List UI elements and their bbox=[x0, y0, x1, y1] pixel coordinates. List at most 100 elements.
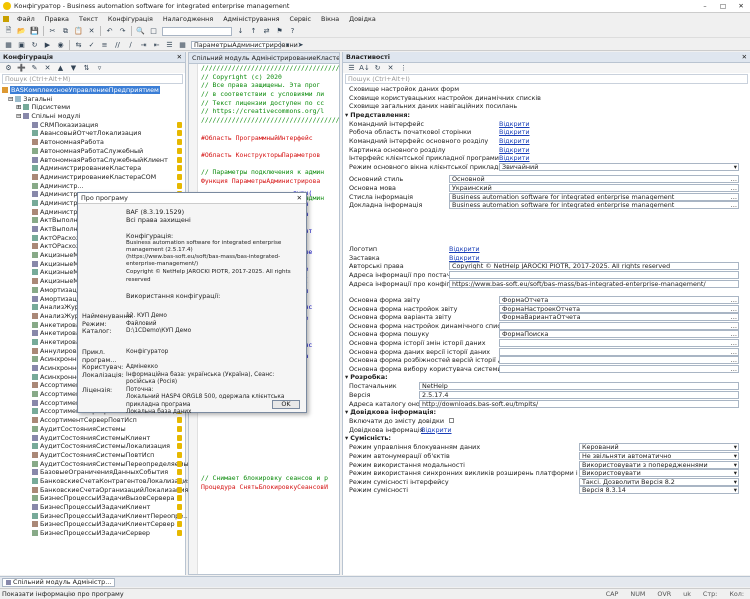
config-search-input[interactable]: Пошук (Ctrl+Alt+M) bbox=[2, 74, 183, 84]
property-field[interactable]: Таксі. Дозволити Версія 8.2 ▾ bbox=[579, 477, 739, 486]
config-icon[interactable]: ▦ bbox=[3, 40, 14, 50]
menu-item[interactable]: Текст bbox=[79, 15, 98, 23]
property-link[interactable]: Відкрити bbox=[499, 128, 530, 137]
menu-item[interactable]: Адміністрування bbox=[223, 15, 279, 23]
module-item[interactable]: БазовыеОграниченияДанныхСобытия bbox=[0, 468, 185, 477]
select-icon[interactable]: … bbox=[731, 331, 737, 337]
redo-icon[interactable]: ↷ bbox=[117, 26, 128, 36]
refresh-icon[interactable]: ↻ bbox=[372, 63, 383, 73]
property-field[interactable]: Використовувати з попередженнями ▾ bbox=[579, 460, 739, 469]
find-next-icon[interactable]: ↓ bbox=[235, 26, 246, 36]
chevron-down-icon[interactable]: ▾ bbox=[734, 470, 737, 476]
property-field[interactable]: https://www.bas-soft.eu/soft/bas-mass/ba… bbox=[449, 279, 739, 288]
menu-item[interactable]: Сервіс bbox=[290, 15, 312, 23]
module-item[interactable]: АудитСостоянияСистемыЛокализация bbox=[0, 442, 185, 451]
property-field[interactable]: Основной… bbox=[449, 175, 739, 184]
taskbar-item[interactable]: Спільний модуль Адміністр... bbox=[2, 577, 116, 587]
property-field[interactable]: Використовувати ▾ bbox=[579, 469, 739, 478]
alphabetical-icon[interactable]: A↓ bbox=[359, 63, 370, 73]
search-text-field-icon[interactable]: □ bbox=[148, 26, 159, 36]
search-combo[interactable] bbox=[162, 26, 232, 36]
chevron-down-icon[interactable]: ▾ bbox=[734, 462, 737, 468]
menu-item[interactable]: Файл bbox=[17, 15, 35, 23]
module-item[interactable]: Администр... bbox=[0, 182, 185, 191]
indent-icon[interactable]: ⇥ bbox=[138, 40, 149, 50]
syntax-check-icon[interactable]: ✓ bbox=[86, 40, 97, 50]
replace-icon[interactable]: ⇄ bbox=[261, 26, 272, 36]
property-field[interactable]: … bbox=[499, 356, 739, 365]
property-field[interactable]: NetHelp bbox=[419, 382, 739, 391]
move-up-icon[interactable]: ▲ bbox=[55, 63, 66, 73]
module-item[interactable]: АудитСостоянияСистемыПереопределяемый bbox=[0, 460, 193, 469]
remove-icon[interactable]: ✕ bbox=[42, 63, 53, 73]
chevron-down-icon[interactable]: ▾ bbox=[734, 164, 737, 170]
property-field[interactable]: Business automation software for integra… bbox=[449, 201, 739, 210]
module-item[interactable]: CRMПоказизация bbox=[0, 121, 185, 130]
expand-icon[interactable]: ⊟ bbox=[16, 112, 21, 120]
select-icon[interactable]: … bbox=[731, 202, 737, 208]
code-area[interactable]: ////////////////////////////////////////… bbox=[198, 64, 339, 203]
compare-icon[interactable]: ⇆ bbox=[73, 40, 84, 50]
chevron-down-icon[interactable]: ▾ bbox=[734, 487, 737, 493]
module-item[interactable]: БизнесПроцессыИЗадачиКлиентСервер bbox=[0, 520, 185, 529]
bookmark-icon[interactable]: ⚑ bbox=[274, 26, 285, 36]
open-icon[interactable]: 📂 bbox=[16, 26, 27, 36]
help-icon[interactable]: ? bbox=[287, 26, 298, 36]
module-item[interactable]: АссортиментСерверПовтИсп bbox=[0, 416, 185, 425]
menu-item[interactable]: Конфігурація bbox=[108, 15, 153, 23]
property-section[interactable]: ▾ Довідкова інформація: bbox=[343, 408, 750, 417]
property-section[interactable]: ▾ Сумісність: bbox=[343, 434, 750, 443]
select-icon[interactable]: … bbox=[731, 176, 737, 182]
collapse-icon[interactable]: ▾ bbox=[345, 434, 348, 442]
about-close-icon[interactable]: ✕ bbox=[297, 194, 302, 202]
properties-close-icon[interactable]: ✕ bbox=[742, 52, 747, 63]
property-link[interactable]: Відкрити bbox=[499, 154, 530, 163]
find-prev-icon[interactable]: ↑ bbox=[248, 26, 259, 36]
add-icon[interactable]: ➕ bbox=[16, 63, 27, 73]
property-field[interactable]: Украинский… bbox=[449, 183, 739, 192]
cut-icon[interactable]: ✂ bbox=[47, 26, 58, 36]
comment-icon[interactable]: // bbox=[112, 40, 123, 50]
clear-icon[interactable]: ✕ bbox=[385, 63, 396, 73]
edit-icon[interactable]: ✎ bbox=[29, 63, 40, 73]
module-item[interactable]: АвтономнаяРаботаСлужебный bbox=[0, 147, 185, 156]
module-item[interactable]: БизнесПроцессыИЗадачиКлиентПереопре... bbox=[0, 512, 189, 521]
procedures-icon[interactable]: ☰ bbox=[164, 40, 175, 50]
menu-item[interactable]: Довідка bbox=[349, 15, 376, 23]
chevron-down-icon[interactable]: ▾ bbox=[734, 444, 737, 450]
select-icon[interactable]: … bbox=[731, 306, 737, 312]
module-item[interactable]: АудитСостоянияСистемыПовтИсп bbox=[0, 451, 185, 460]
property-checkbox[interactable] bbox=[449, 418, 454, 424]
select-icon[interactable]: … bbox=[731, 185, 737, 191]
module-item[interactable]: АдминистрированиеКластераCOM bbox=[0, 173, 185, 182]
delete-icon[interactable]: ✕ bbox=[86, 26, 97, 36]
move-down-icon[interactable]: ▼ bbox=[68, 63, 79, 73]
select-icon[interactable]: … bbox=[731, 194, 737, 200]
code-area-bottom[interactable]: // Снимает блокировку сеансов и р Процеду… bbox=[201, 474, 339, 491]
select-icon[interactable]: … bbox=[731, 340, 737, 346]
panel-close-icon[interactable]: ✕ bbox=[177, 52, 182, 63]
property-field[interactable]: … bbox=[499, 321, 739, 330]
property-field[interactable]: Версія 8.3.14 ▾ bbox=[579, 486, 739, 495]
module-item[interactable]: БанковскиеСчетаОрганизацийЛокализация bbox=[0, 486, 188, 495]
select-icon[interactable]: … bbox=[731, 357, 737, 363]
module-item[interactable]: БизнесПроцессыИЗадачиКлиент bbox=[0, 503, 185, 512]
tree-node-common-modules[interactable]: ⊟ Спільні модулі bbox=[0, 112, 185, 121]
property-field[interactable]: Не звільняти автоматично ▾ bbox=[579, 452, 739, 460]
property-field[interactable]: Business automation software for integra… bbox=[449, 192, 739, 201]
collapse-icon[interactable]: ⊞ bbox=[16, 103, 21, 111]
more-icon[interactable]: ⋮ bbox=[398, 63, 409, 73]
property-field[interactable]: ФормаНастроекОтчета… bbox=[499, 304, 739, 313]
property-field[interactable] bbox=[449, 270, 739, 279]
about-ok-button[interactable]: OK bbox=[272, 400, 300, 409]
copy-icon[interactable]: ⧉ bbox=[60, 26, 71, 36]
property-link[interactable]: Відкрити bbox=[421, 426, 452, 435]
save-icon[interactable]: 💾 bbox=[29, 26, 40, 36]
format-icon[interactable]: ≡ bbox=[99, 40, 110, 50]
module-item[interactable]: АвтономнаяРаботаСлужебныйКлиент bbox=[0, 156, 185, 165]
select-icon[interactable]: … bbox=[731, 314, 737, 320]
property-field[interactable]: … bbox=[499, 347, 739, 356]
chevron-down-icon[interactable]: ▾ bbox=[282, 40, 293, 50]
goto-icon[interactable]: ➤ bbox=[295, 40, 306, 50]
uncomment-icon[interactable]: ∕ bbox=[125, 40, 136, 50]
